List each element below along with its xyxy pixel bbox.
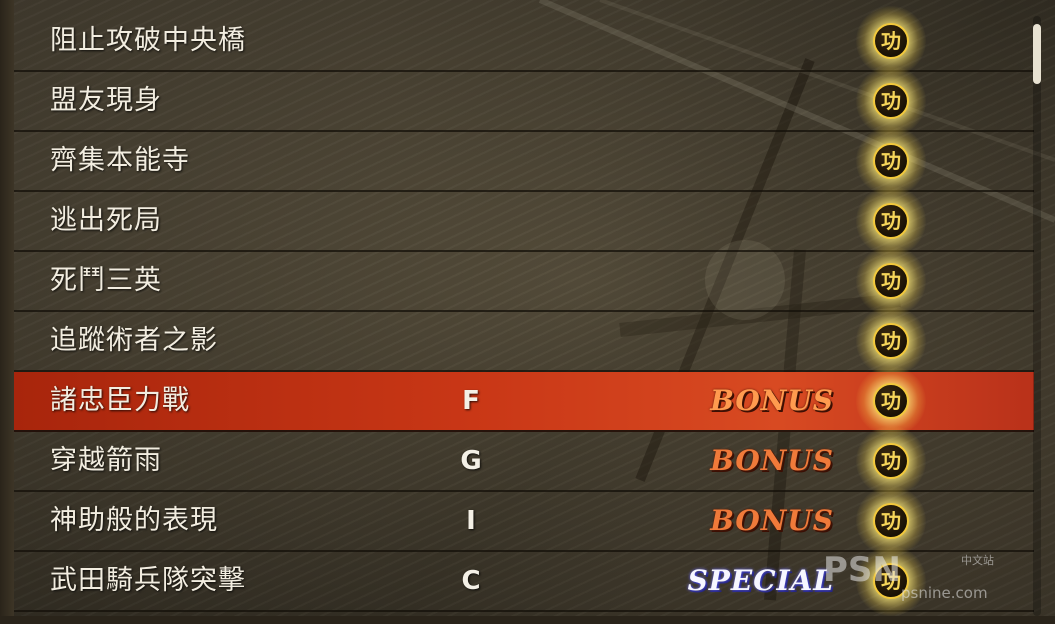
bonus-badge: BONUS [710, 444, 834, 477]
scrollbar-thumb[interactable] [1033, 24, 1041, 84]
left-frame [0, 0, 14, 624]
mission-title: 逃出死局 [50, 205, 162, 236]
mission-title: 盟友現身 [50, 85, 162, 116]
mission-row[interactable]: 追蹤術者之影 功 [14, 306, 1034, 376]
mission-title: 武田騎兵隊突擊 [50, 565, 246, 596]
mission-row[interactable]: 逃出死局 功 [14, 186, 1034, 256]
medal-emblem: 功 [873, 83, 909, 119]
mission-row[interactable]: 死鬥三英 功 [14, 246, 1034, 316]
medal-emblem: 功 [873, 443, 909, 479]
medal-emblem: 功 [873, 383, 909, 419]
mission-title: 死鬥三英 [50, 265, 162, 296]
mission-title: 齊集本能寺 [50, 145, 190, 176]
medal-emblem: 功 [873, 323, 909, 359]
mission-row[interactable]: 神助般的表現 I BONUS 功 [14, 486, 1034, 556]
mission-rank: F [462, 386, 480, 416]
bonus-badge: BONUS [710, 504, 834, 537]
medal-emblem: 功 [873, 263, 909, 299]
mission-rank: G [460, 446, 482, 476]
mission-title: 阻止攻破中央橋 [50, 25, 246, 56]
mission-rank: C [461, 566, 481, 596]
mission-row[interactable]: 盟友現身 功 [14, 66, 1034, 136]
scrollbar[interactable] [1033, 16, 1041, 616]
medal-emblem: 功 [873, 503, 909, 539]
mission-title: 神助般的表現 [50, 505, 218, 536]
mission-row[interactable]: 阻止攻破中央橋 功 [14, 6, 1034, 76]
mission-list: 阻止攻破中央橋功盟友現身功齊集本能寺功逃出死局功死鬥三英功追蹤術者之影功諸忠臣力… [14, 6, 1034, 616]
medal-emblem: 功 [873, 203, 909, 239]
medal-emblem: 功 [873, 563, 909, 599]
special-badge: SPECIAL [687, 564, 834, 597]
achievement-medal-icon: 功 [856, 546, 926, 616]
medal-emblem: 功 [873, 23, 909, 59]
mission-row[interactable]: 穿越箭雨 G BONUS 功 [14, 426, 1034, 496]
mission-row[interactable]: 諸忠臣力戰 F BONUS 功 [14, 366, 1034, 436]
medal-emblem: 功 [873, 143, 909, 179]
mission-rank: I [466, 506, 476, 536]
bottom-frame [0, 616, 1055, 624]
mission-title: 諸忠臣力戰 [50, 385, 190, 416]
bonus-badge: BONUS [710, 384, 834, 417]
mission-row[interactable]: 武田騎兵隊突擊 C SPECIAL 功 [14, 546, 1034, 616]
mission-title: 穿越箭雨 [50, 445, 162, 476]
mission-title: 追蹤術者之影 [50, 325, 218, 356]
mission-row[interactable]: 齊集本能寺 功 [14, 126, 1034, 196]
